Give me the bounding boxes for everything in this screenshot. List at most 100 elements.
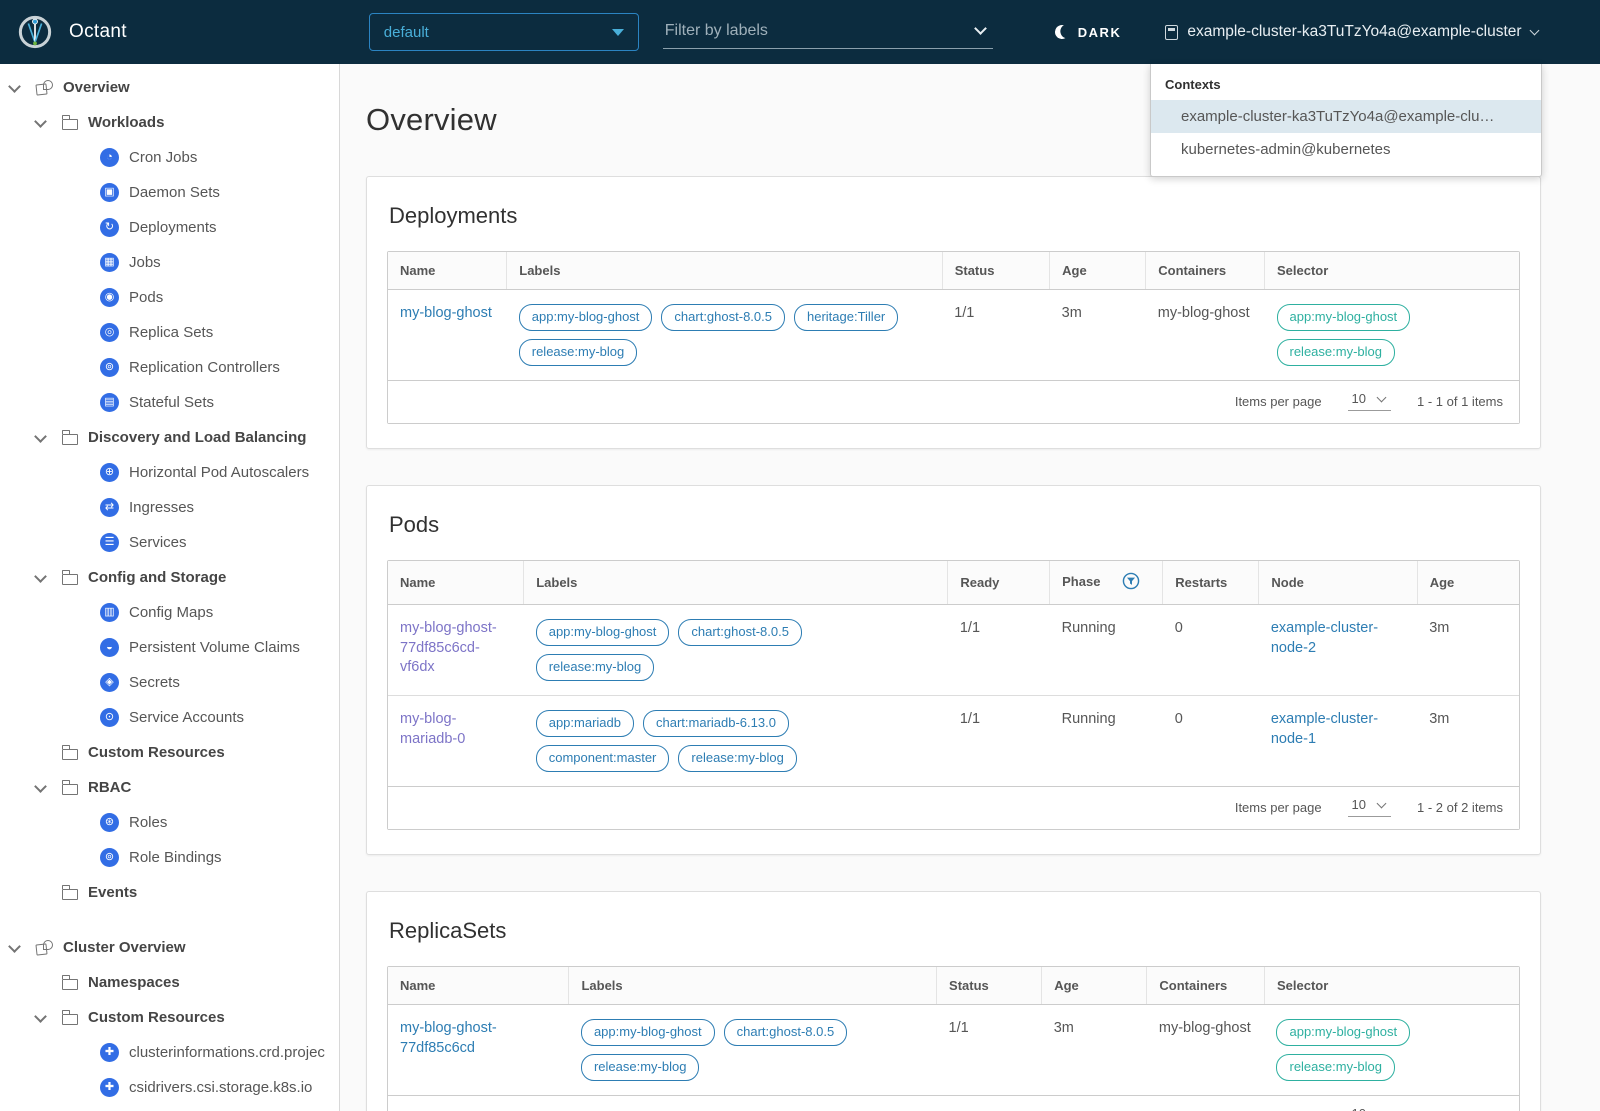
roles-icon: ⊛ (100, 813, 119, 832)
sidebar-item-pods[interactable]: ◉ Pods (0, 280, 339, 315)
selector-chip[interactable]: release:my-blog (1276, 1054, 1395, 1081)
label-chip[interactable]: chart:ghost-8.0.5 (678, 619, 802, 646)
sidebar-item-overview[interactable]: Overview (0, 70, 339, 105)
label-chip[interactable]: app:mariadb (535, 710, 634, 737)
folder-icon (61, 570, 78, 585)
namespace-select[interactable]: default (368, 13, 639, 51)
sidebar-item-label: Secrets (129, 674, 180, 691)
sidebar-item-persistent-volume-claims[interactable]: ◒ Persistent Volume Claims (0, 630, 339, 665)
sidebar-item-role-bindings[interactable]: ⊚ Role Bindings (0, 840, 339, 875)
sidebar-item-events[interactable]: Events (0, 875, 339, 910)
chevron-down-icon[interactable] (34, 114, 47, 128)
sidebar-item-replica-sets[interactable]: ◎ Replica Sets (0, 315, 339, 350)
context-menu-item[interactable]: example-cluster-ka3TuTzYo4a@example-clu… (1151, 100, 1541, 133)
items-per-page-select[interactable]: 10 (1348, 1106, 1391, 1111)
label-filter-input[interactable] (662, 15, 993, 47)
objects-icon (36, 80, 53, 95)
cards: Deployments Name Labels Status Age Containers… (366, 176, 1541, 1111)
sidebar-item-config-maps[interactable]: ▥ Config Maps (0, 595, 339, 630)
sidebar-item-namespaces[interactable]: Namespaces (0, 965, 339, 1000)
sidebar-item-horizontal-pod-autoscalers[interactable]: ⊕ Horizontal Pod Autoscalers (0, 455, 339, 490)
table-row: my-blog-mariadb-0 app:mariadb chart:mariad… (388, 695, 1519, 787)
label-chip[interactable]: chart:mariadb-6.13.0 (643, 710, 789, 737)
chevron-down-icon[interactable] (8, 939, 21, 953)
objects-icon (36, 940, 53, 955)
label-chip[interactable]: release:my-blog (678, 745, 797, 772)
sidebar-item-discovery-and-load-balancing[interactable]: Discovery and Load Balancing (0, 420, 339, 455)
context-switcher[interactable]: example-cluster-ka3TuTzYo4a@example-clus… (1165, 23, 1539, 41)
sidebar-item-custom-resources[interactable]: Custom Resources (0, 1000, 339, 1035)
statefulsets-icon: ▤ (100, 393, 119, 412)
label-chip[interactable]: app:my-blog-ghost (518, 304, 653, 331)
datagrid: Name Labels Status Age Containers Selector my-… (387, 251, 1520, 424)
chevron-down-icon[interactable] (34, 1009, 47, 1023)
replicationcontrollers-icon: ⊚ (100, 358, 119, 377)
cell: my-blog-ghost (1146, 1004, 1265, 1096)
label-chip[interactable]: heritage:Tiller (793, 304, 899, 331)
filter-icon[interactable] (1122, 572, 1140, 593)
sidebar-item-deployments[interactable]: ↻ Deployments (0, 210, 339, 245)
sidebar-item-cluster-overview[interactable]: Cluster Overview (0, 930, 339, 965)
sidebar-item-rbac[interactable]: RBAC (0, 770, 339, 805)
label-chip[interactable]: release:my-blog (535, 654, 655, 681)
label-chip[interactable]: release:my-blog (518, 339, 638, 366)
card-replicasets: ReplicaSets Name Labels Status Age Containers… (366, 891, 1541, 1111)
label-chip[interactable]: app:my-blog-ghost (580, 1019, 715, 1046)
label-chip[interactable]: chart:ghost-8.0.5 (661, 304, 785, 331)
resource-link[interactable]: my-blog-ghost-77df85c6cd (400, 1020, 497, 1056)
label-chip[interactable]: component:master (535, 745, 670, 772)
items-per-page-select[interactable]: 10 (1347, 797, 1392, 817)
cronjobs-icon: ◔ (100, 148, 119, 167)
node-link[interactable]: example-cluster-node-1 (1271, 711, 1378, 747)
sidebar-item-jobs[interactable]: ▦ Jobs (0, 245, 339, 280)
selector-chip[interactable]: release:my-blog (1276, 339, 1395, 366)
pagination-range: 1 - 2 of 2 items (1417, 799, 1503, 815)
cell: example-cluster-node-1 (1258, 695, 1418, 787)
column-header-status: Status (942, 252, 1051, 290)
sidebar-item-service-accounts[interactable]: ⊙ Service Accounts (0, 700, 339, 735)
ingresses-icon: ⇄ (100, 498, 119, 517)
table-row: my-blog-ghost-77df85c6cd app:my-blog-ghos… (388, 1004, 1519, 1096)
label-chip[interactable]: release:my-blog (580, 1054, 700, 1081)
label-chip[interactable]: app:my-blog-ghost (535, 619, 670, 646)
sidebar-item-cron-jobs[interactable]: ◔ Cron Jobs (0, 140, 339, 175)
chevron-down-icon[interactable] (34, 779, 47, 793)
sidebar-item-secrets[interactable]: ◈ Secrets (0, 665, 339, 700)
sidebar-item-services[interactable]: ☰ Services (0, 525, 339, 560)
sidebar-item-custom-resources[interactable]: Custom Resources (0, 735, 339, 770)
sidebar-item-clusterinformations-crd-projec[interactable]: ✚ clusterinformations.crd.projec (0, 1035, 339, 1070)
column-header-restarts: Restarts (1162, 561, 1260, 605)
column-header-containers: Containers (1146, 967, 1265, 1005)
configmaps-icon: ▥ (100, 603, 119, 622)
chevron-down-icon[interactable] (34, 429, 47, 443)
sidebar-item-label: Role Bindings (129, 849, 222, 866)
sidebar-item-config-and-storage[interactable]: Config and Storage (0, 560, 339, 595)
selector-chip[interactable]: app:my-blog-ghost (1276, 1019, 1411, 1046)
sidebar-item-label: Config Maps (129, 604, 214, 621)
theme-toggle-label: DARK (1077, 24, 1122, 40)
sidebar-item-daemon-sets[interactable]: ▣ Daemon Sets (0, 175, 339, 210)
column-header-node: Node (1258, 561, 1418, 605)
sidebar-item-workloads[interactable]: Workloads (0, 105, 339, 140)
items-per-page-select[interactable]: 10 (1347, 391, 1392, 411)
context-menu-item[interactable]: kubernetes-admin@kubernetes (1151, 133, 1541, 166)
cell: app:my-blog-ghost release:my-blog (1264, 289, 1519, 381)
resource-link[interactable]: my-blog-mariadb-0 (400, 711, 465, 747)
selector-chip[interactable]: app:my-blog-ghost (1276, 304, 1411, 331)
label-chip[interactable]: chart:ghost-8.0.5 (723, 1019, 848, 1046)
sidebar-item-replication-controllers[interactable]: ⊚ Replication Controllers (0, 350, 339, 385)
column-header-age: Age (1049, 252, 1147, 290)
theme-toggle-button[interactable]: DARK (1055, 25, 1122, 40)
sidebar-item-stateful-sets[interactable]: ▤ Stateful Sets (0, 385, 339, 420)
column-header-name: Name (388, 252, 508, 290)
resource-link[interactable]: my-blog-ghost-77df85c6cd-vf6dx (400, 620, 497, 675)
sidebar-item-label: Jobs (129, 254, 161, 271)
sidebar-item-roles[interactable]: ⊛ Roles (0, 805, 339, 840)
node-link[interactable]: example-cluster-node-2 (1271, 620, 1378, 656)
resource-link[interactable]: my-blog-ghost (400, 305, 492, 321)
chevron-down-icon[interactable] (8, 79, 21, 93)
sidebar-item-ingresses[interactable]: ⇄ Ingresses (0, 490, 339, 525)
chevron-down-icon[interactable] (34, 569, 47, 583)
cell: Running (1049, 695, 1163, 787)
sidebar-item-csidrivers-csi-storage-k8s-io[interactable]: ✚ csidrivers.csi.storage.k8s.io (0, 1070, 339, 1105)
